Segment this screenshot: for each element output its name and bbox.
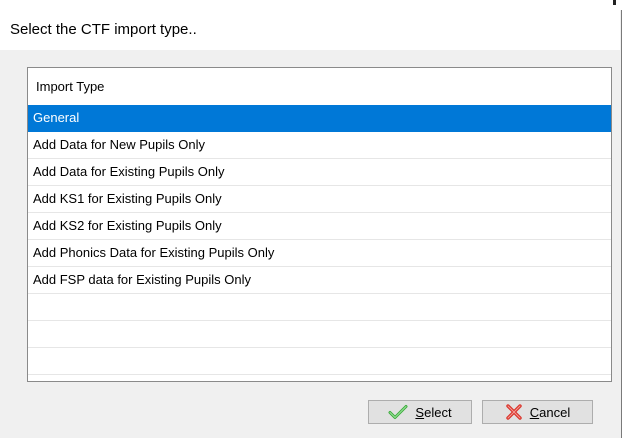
cancel-button[interactable]: Cancel (482, 400, 593, 424)
list-item[interactable]: Add Data for Existing Pupils Only (28, 159, 611, 186)
list-item[interactable]: Add Data for New Pupils Only (28, 132, 611, 159)
empty-list-row (28, 294, 611, 321)
empty-list-row (28, 375, 611, 381)
ctf-import-dialog: Select the CTF import type.. Import Type… (0, 10, 622, 438)
select-button[interactable]: Select (368, 400, 472, 424)
list-item[interactable]: General (28, 105, 611, 132)
list-item[interactable]: Add KS2 for Existing Pupils Only (28, 213, 611, 240)
dialog-title: Select the CTF import type.. (0, 10, 620, 50)
select-button-label: Select (415, 404, 452, 420)
list-item[interactable]: Add KS1 for Existing Pupils Only (28, 186, 611, 213)
checkmark-icon (388, 404, 408, 420)
red-x-icon (505, 404, 523, 420)
empty-list-row (28, 348, 611, 375)
empty-list-row (28, 321, 611, 348)
cancel-button-label: Cancel (529, 404, 571, 420)
background-window-strip (0, 0, 624, 10)
list-item[interactable]: Add Phonics Data for Existing Pupils Onl… (28, 240, 611, 267)
list-item[interactable]: Add FSP data for Existing Pupils Only (28, 267, 611, 294)
list-rows: General Add Data for New Pupils Only Add D… (28, 105, 611, 381)
column-header-import-type[interactable]: Import Type (28, 68, 611, 105)
import-type-list[interactable]: Import Type General Add Data for New Pupi… (27, 67, 612, 382)
background-edge-mark (613, 0, 616, 5)
